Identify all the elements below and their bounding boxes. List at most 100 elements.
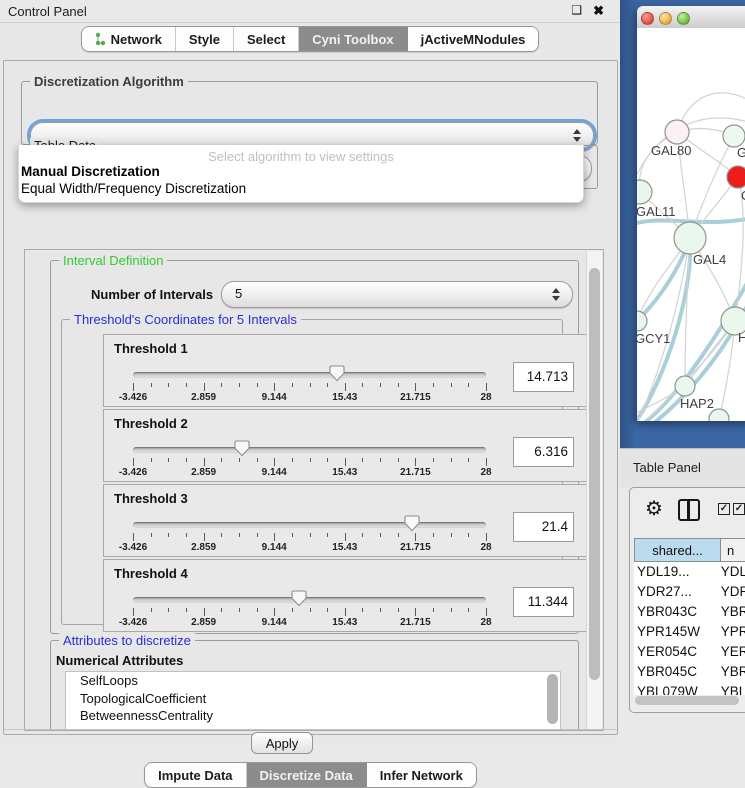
split-view-icon[interactable] (678, 499, 700, 521)
tab-select[interactable]: Select (234, 27, 299, 51)
combo-arrows-icon (573, 128, 581, 143)
network-node-ga[interactable] (723, 125, 745, 147)
tick-strip (133, 532, 486, 542)
column-header-shared-name[interactable]: shared... (634, 538, 721, 562)
num-intervals-combo[interactable]: 5 (221, 281, 573, 308)
network-view-window[interactable]: GAL80GACGAL11GAL4GCY1HHAP2 (637, 6, 745, 421)
list-scrollbar-thumb[interactable] (547, 674, 558, 724)
tab-label: Infer Network (380, 768, 463, 783)
column-header-name[interactable]: n (721, 538, 745, 562)
table-toolbar: ⚙ ✓ ✓ (630, 488, 745, 534)
table-row[interactable]: YBR043CYBR0 (634, 602, 745, 622)
slider-track[interactable] (133, 522, 486, 528)
table-hscrollbar[interactable] (634, 695, 745, 706)
minimize-traffic-light-icon[interactable] (659, 12, 672, 25)
table-panel-bar: Table Panel (620, 448, 745, 487)
close-traffic-light-icon[interactable] (641, 12, 654, 25)
discretization-algorithm-title: Discretization Algorithm (30, 74, 188, 89)
tick-label: 15.43 (332, 467, 357, 478)
table-hscrollbar-thumb[interactable] (635, 696, 739, 705)
network-window-titlebar[interactable] (637, 6, 745, 29)
threshold-value-field[interactable]: 6.316 (513, 437, 574, 467)
tab-label: Cyni Toolbox (312, 32, 393, 47)
interval-definition-title: Interval Definition (59, 253, 167, 268)
attributes-group: Attributes to discretize Numerical Attri… (50, 640, 579, 731)
tab-label: Select (247, 32, 285, 47)
network-node-label: C (741, 188, 745, 203)
table-body[interactable]: YDL19...YDL1YDR27...YDR2YBR043CYBR0YPR14… (634, 562, 745, 698)
threshold-label: Threshold 4 (114, 566, 188, 581)
network-node-label: GAL4 (693, 252, 726, 267)
pane-scrollbar-thumb[interactable] (589, 268, 600, 680)
table-row[interactable]: YER054CYER0 (634, 642, 745, 662)
slider-handle[interactable] (329, 365, 345, 382)
float-window-icon[interactable]: ❑ (571, 3, 582, 17)
tick-label: 28 (480, 467, 491, 478)
network-canvas[interactable]: GAL80GACGAL11GAL4GCY1HHAP2 (637, 28, 745, 421)
tick-strip (133, 607, 486, 617)
tab-cyni-toolbox[interactable]: Cyni Toolbox (299, 27, 407, 51)
tick-label: 21.715 (400, 542, 431, 553)
numerical-attributes-label: Numerical Attributes (56, 653, 183, 668)
slider-handle[interactable] (234, 440, 250, 457)
tick-strip (133, 382, 486, 392)
network-node-label: HAP2 (680, 396, 714, 411)
slider-track[interactable] (133, 372, 486, 378)
right-region: GAL80GACGAL11GAL4GCY1HHAP2 Table Panel ⚙… (620, 0, 745, 745)
algorithm-option[interactable]: Manual Discretization (21, 164, 160, 179)
slider-handle[interactable] (404, 515, 420, 532)
table-row[interactable]: YBR045CYBR0 (634, 662, 745, 682)
cell-shared-name: YDR27... (634, 582, 721, 602)
network-node-gal80[interactable] (665, 120, 689, 144)
zoom-traffic-light-icon[interactable] (677, 12, 690, 25)
threshold-panel: Threshold 3-3.4262.8599.14415.4321.71528… (103, 484, 588, 557)
threshold-value-field[interactable]: 14.713 (513, 362, 574, 392)
slider-handle[interactable] (291, 590, 307, 607)
tick-label: 21.715 (400, 467, 431, 478)
close-window-icon[interactable]: ✖ (593, 3, 604, 19)
tab-style[interactable]: Style (176, 27, 234, 51)
gear-icon[interactable]: ⚙ (645, 496, 663, 521)
interval-definition-group: Interval Definition Number of Intervals … (50, 260, 579, 634)
tab-impute-data[interactable]: Impute Data (145, 763, 246, 787)
tick-labels: -3.4262.8599.14415.4321.71528 (133, 467, 486, 478)
discretization-algorithm-group: Discretization Algorithm (21, 81, 598, 145)
tick-label: 2.859 (191, 617, 216, 628)
cell-name: YBR0 (721, 602, 745, 622)
tab-label: Impute Data (158, 768, 232, 783)
tick-label: 21.715 (400, 617, 431, 628)
network-node-hap2[interactable] (675, 376, 695, 396)
cell-shared-name: YPR145W (634, 622, 721, 642)
slider-track[interactable] (133, 447, 486, 453)
cell-name: YDL1 (721, 562, 745, 582)
cyni-toolbox-panel: Discretization Algorithm Select algorith… (3, 60, 618, 735)
network-node-c[interactable] (727, 166, 745, 188)
network-node-gal4[interactable] (674, 222, 706, 254)
tab-discretize-data[interactable]: Discretize Data (247, 763, 367, 787)
pane-scrollbar[interactable] (586, 251, 602, 729)
checkbox-icon[interactable]: ✓ (733, 503, 745, 515)
threshold-panel: Threshold 4-3.4262.8599.14415.4321.71528… (103, 559, 588, 632)
attributes-list[interactable]: SelfLoopsTopologicalCoefficientBetweenne… (65, 671, 561, 731)
slider-track[interactable] (133, 597, 486, 603)
threshold-value-field[interactable]: 11.344 (513, 587, 574, 617)
threshold-value-field[interactable]: 21.4 (513, 512, 574, 542)
threshold-panel: Threshold 1-3.4262.8599.14415.4321.71528… (103, 334, 588, 407)
attributes-group-title: Attributes to discretize (59, 633, 195, 648)
divider (4, 729, 617, 730)
network-edge[interactable] (719, 321, 735, 419)
algorithm-option[interactable]: Equal Width/Frequency Discretization (21, 181, 246, 196)
tick-label: 9.144 (262, 617, 287, 628)
table-row[interactable]: YDL19...YDL1 (634, 562, 745, 582)
tab-network[interactable]: Network (82, 27, 176, 51)
attribute-list-item[interactable]: SelfLoops (66, 672, 560, 690)
tab-jactivemnodules[interactable]: jActiveMNodules (408, 27, 539, 51)
attribute-list-item[interactable]: TopologicalCoefficient (66, 690, 560, 708)
tab-infer-network[interactable]: Infer Network (367, 763, 476, 787)
apply-button[interactable]: Apply (251, 732, 313, 754)
tab-label: jActiveMNodules (421, 32, 526, 47)
table-row[interactable]: YPR145WYPR1 (634, 622, 745, 642)
table-row[interactable]: YDR27...YDR2 (634, 582, 745, 602)
attribute-list-item[interactable]: BetweennessCentrality (66, 707, 560, 725)
checkbox-icon[interactable]: ✓ (718, 503, 730, 515)
